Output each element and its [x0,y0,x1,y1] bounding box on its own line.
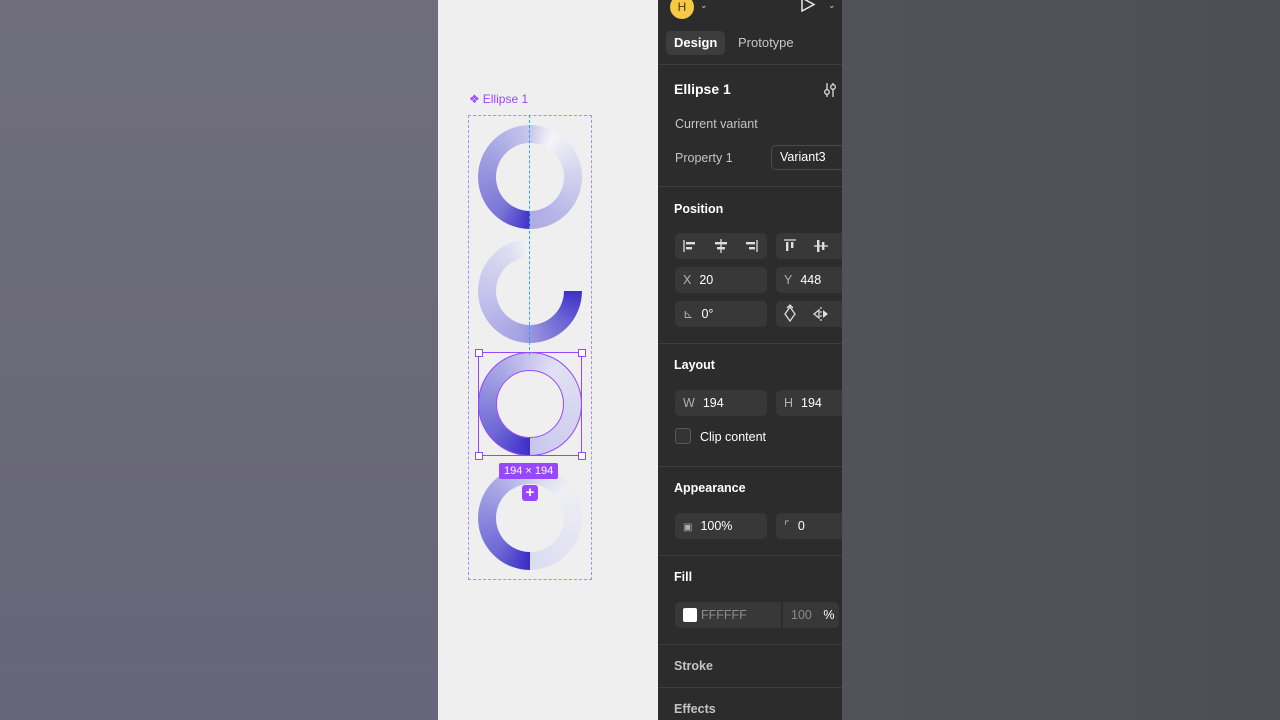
rotate-icon[interactable] [779,303,801,325]
corner-radius-value: 0 [797,519,805,533]
background-left [0,0,438,720]
current-variant-label: Current variant [675,117,758,131]
y-label: Y [784,273,793,287]
divider [658,555,842,556]
add-variant-button[interactable]: + [522,485,538,501]
appearance-section-title: Appearance [674,481,746,495]
fill-color-swatch[interactable] [683,608,697,622]
component-settings-icon[interactable] [823,82,837,98]
rotation-value: 0° [701,307,714,321]
background-right [842,0,1280,720]
h-value: 194 [801,396,822,410]
vertical-align-group [776,233,842,259]
fill-opacity-unit: % [823,608,835,622]
fill-opacity-field[interactable]: 100 % [783,602,839,628]
divider [658,687,842,688]
clip-content-checkbox[interactable] [675,428,691,444]
opacity-field[interactable]: ▣ 100% [675,513,767,539]
fill-section-title: Fill [674,570,693,584]
variant-select[interactable]: Variant3 [771,145,842,170]
rotation-field[interactable]: ⊾ 0° [675,301,767,327]
flip-horizontal-icon[interactable] [810,303,832,325]
divider [658,343,842,344]
align-left-icon[interactable] [678,235,700,257]
height-field[interactable]: H 194 [776,390,842,416]
divider [658,64,842,65]
divider [658,186,842,187]
align-right-icon[interactable] [741,235,763,257]
w-label: W [683,396,695,410]
rotation-icon: ⊾ [683,307,694,321]
layout-section-title: Layout [674,358,715,372]
opacity-icon: ▣ [683,522,693,533]
corner-radius-icon: ⌜ [784,519,790,533]
align-vertical-center-icon[interactable] [810,235,832,257]
component-set-icon: ❖ [469,92,480,106]
component-name: Ellipse 1 [482,92,529,106]
w-value: 194 [702,396,724,410]
stroke-section-title[interactable]: Stroke [674,659,713,673]
layer-title: Ellipse 1 [674,81,731,97]
width-field[interactable]: W 194 [675,390,767,416]
resize-handle-bottom-left[interactable] [475,452,483,460]
ellipse-variant-1[interactable] [478,125,582,229]
divider [658,466,842,467]
resize-handle-top-right[interactable] [578,349,586,357]
design-canvas[interactable]: ❖ Ellipse 1 194 × 194 + [438,0,658,720]
y-value: 448 [800,273,822,287]
chevron-down-icon[interactable]: ⌄ [828,0,836,11]
effects-section-title[interactable]: Effects [674,702,716,716]
fill-opacity-value: 100 [791,608,812,622]
play-icon[interactable] [800,0,816,12]
user-avatar[interactable]: H [670,0,694,19]
tab-prototype[interactable]: Prototype [730,31,802,55]
y-position-field[interactable]: Y 448 [776,267,842,293]
corner-radius-field[interactable]: ⌜ 0 [776,513,842,539]
x-label: X [683,273,692,287]
position-section-title: Position [674,202,724,216]
opacity-value: 100% [700,519,733,533]
ellipse-variant-2[interactable] [478,239,582,343]
resize-handle-top-left[interactable] [475,349,483,357]
transform-group [776,301,842,327]
h-label: H [784,396,794,410]
ellipse-variant-4[interactable] [478,466,582,570]
alignment-guide [529,115,530,355]
tab-design[interactable]: Design [666,31,726,55]
divider [658,644,842,645]
align-top-icon[interactable] [779,235,801,257]
fill-color-field[interactable]: FFFFFF [675,602,781,628]
x-value: 20 [699,273,714,287]
size-badge: 194 × 194 [499,463,559,479]
clip-content-label: Clip content [700,430,767,444]
resize-handle-bottom-right[interactable] [578,452,586,460]
selection-box[interactable] [478,352,582,456]
properties-panel: H ⌄ ⌄ Design Prototype Ellipse 1 Current… [658,0,842,720]
x-position-field[interactable]: X 20 [675,267,767,293]
chevron-down-icon[interactable]: ⌄ [700,0,708,11]
horizontal-align-group [675,233,767,259]
align-horizontal-center-icon[interactable] [710,235,732,257]
component-label[interactable]: ❖ Ellipse 1 [469,92,528,106]
fill-hex-value: FFFFFF [701,608,747,622]
property-label: Property 1 [675,151,733,165]
